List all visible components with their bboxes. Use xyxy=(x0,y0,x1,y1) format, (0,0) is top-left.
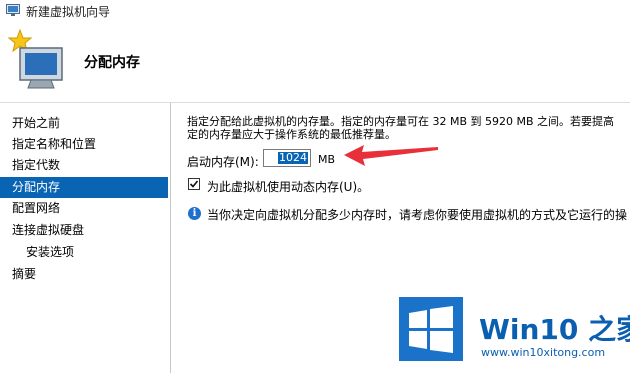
wizard-header: 分配内存 xyxy=(0,22,630,103)
nav-item-name-location[interactable]: 指定名称和位置 xyxy=(0,134,168,155)
nav-item-before-you-begin[interactable]: 开始之前 xyxy=(0,113,168,134)
info-text: 当你决定向虚拟机分配多少内存时，请考虑你要使用虚拟机的方式及它运行的操 xyxy=(207,208,628,222)
page-title: 分配内存 xyxy=(84,55,140,71)
wizard-steps-nav: 开始之前 指定名称和位置 指定代数 分配内存 配置网络 连接虚拟硬盘 安装选项 … xyxy=(0,103,171,373)
win10-watermark: Win10 之家 www.win10xitong.com xyxy=(395,286,630,373)
startup-memory-input[interactable]: 1024 xyxy=(263,149,311,167)
dynamic-memory-label[interactable]: 为此虚拟机使用动态内存(U)。 xyxy=(207,178,369,195)
description-line-1: 指定分配给此虚拟机的内存量。指定的内存量可在 32 MB 到 5920 MB 之… xyxy=(187,115,615,128)
windows-logo-icon xyxy=(399,297,463,361)
red-arrow-annotation xyxy=(344,145,438,166)
nav-item-connect-vhd[interactable]: 连接虚拟硬盘 xyxy=(0,220,168,241)
startup-memory-value: 1024 xyxy=(278,151,308,164)
nav-item-generation[interactable]: 指定代数 xyxy=(0,155,168,176)
computer-starburst-icon xyxy=(7,28,63,89)
info-icon: i xyxy=(188,207,201,220)
dynamic-memory-checkbox[interactable] xyxy=(188,178,200,190)
nav-item-summary[interactable]: 摘要 xyxy=(0,264,168,285)
nav-item-assign-memory[interactable]: 分配内存 xyxy=(0,177,168,198)
nav-item-configure-network[interactable]: 配置网络 xyxy=(0,198,168,219)
wizard-app-icon xyxy=(6,4,20,16)
watermark-brand: Win10 之家 xyxy=(479,313,630,346)
window-title: 新建虚拟机向导 xyxy=(26,5,111,19)
memory-description: 指定分配给此虚拟机的内存量。指定的内存量可在 32 MB 到 5920 MB 之… xyxy=(187,115,630,141)
startup-memory-label: 启动内存(M): xyxy=(187,155,259,169)
nav-item-install-options[interactable]: 安装选项 xyxy=(0,242,168,263)
checkmark-icon xyxy=(189,180,199,188)
watermark-url: www.win10xitong.com xyxy=(481,346,606,359)
title-bar: 新建虚拟机向导 xyxy=(0,0,630,22)
